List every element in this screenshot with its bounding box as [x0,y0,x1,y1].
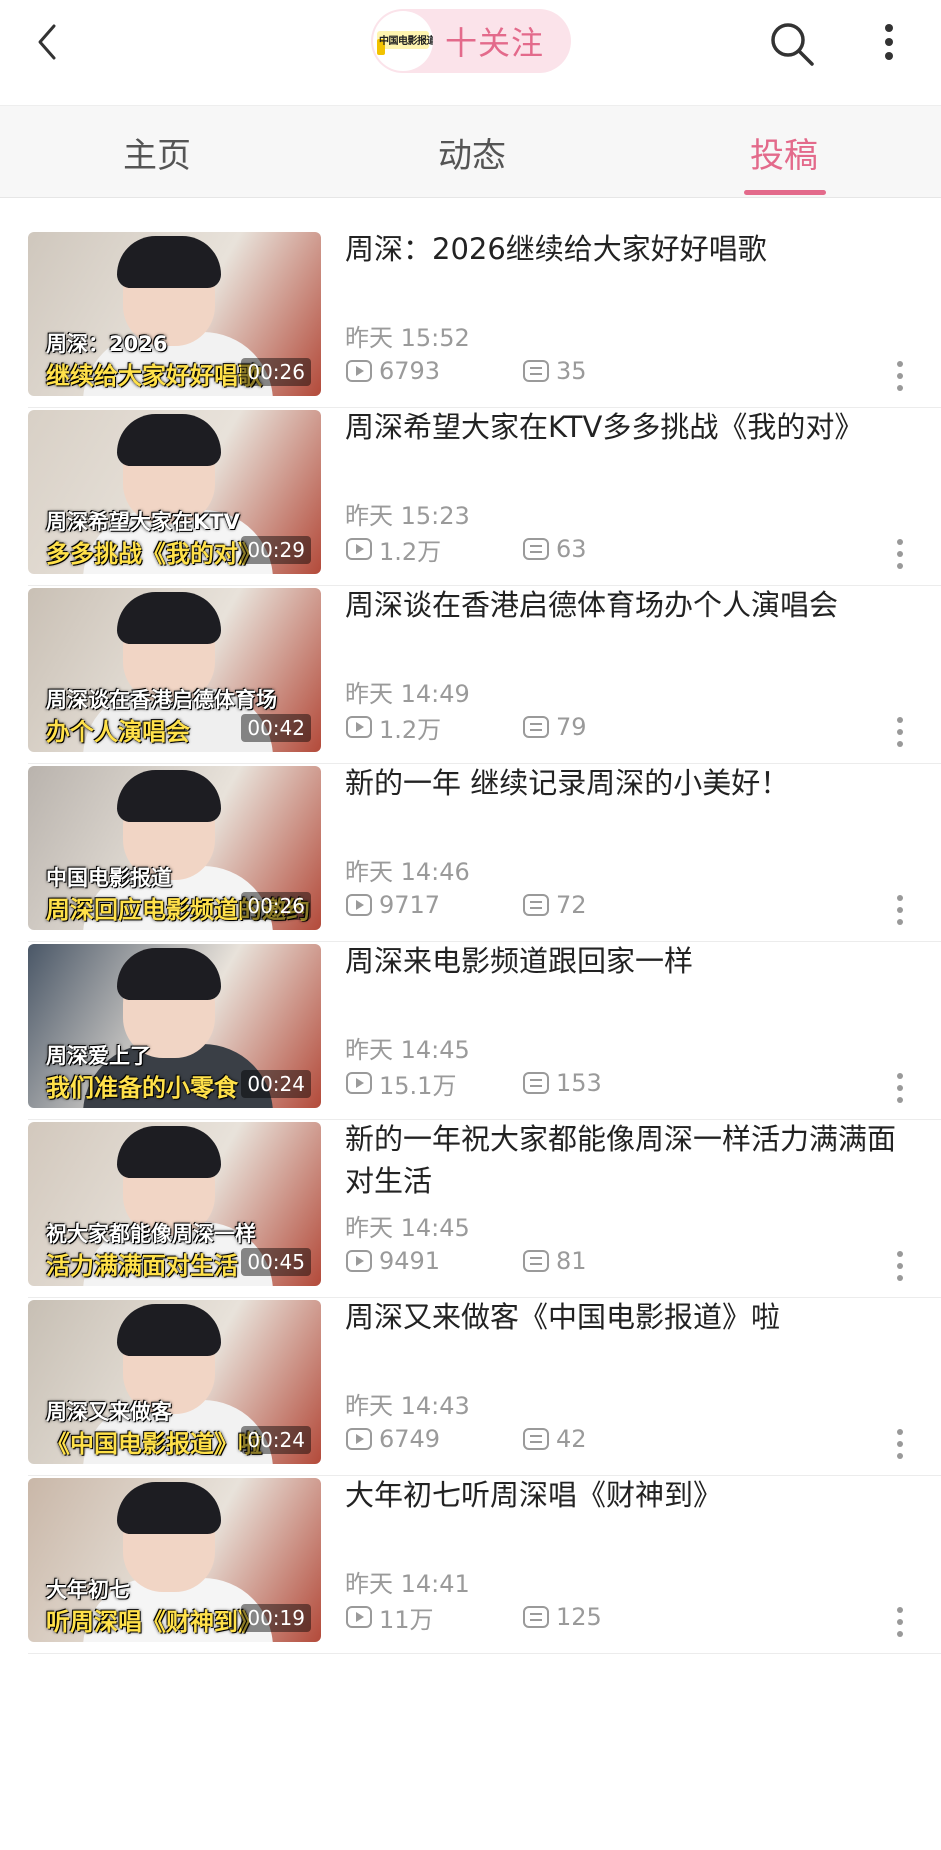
video-title[interactable]: 周深又来做客《中国电影报道》啦 [345,1296,905,1338]
thumbnail-caption-line1: 周深：2026 [46,332,168,356]
comment-count-icon [523,1606,549,1628]
follow-button[interactable]: 十关注 [445,18,544,64]
video-thumbnail[interactable]: 中国电影报道 周深回应电影频道的邀约 00:26 [28,766,321,930]
tab-bar: 主页 动态 投稿 [0,105,941,198]
channel-logo-text: 中国电影报道 [379,36,433,47]
back-arrow-icon[interactable] [30,22,70,62]
video-title[interactable]: 周深来电影频道跟回家一样 [345,940,905,982]
video-thumbnail[interactable]: 周深又来做客 《中国电影报道》啦 00:24 [28,1300,321,1464]
tab-posts[interactable]: 投稿 [684,106,884,199]
item-divider [28,1653,941,1654]
video-thumbnail[interactable]: 祝大家都能像周深一样 活力满满面对生活 00:45 [28,1122,321,1286]
video-title[interactable]: 新的一年 继续记录周深的小美好！ [345,762,905,804]
active-tab-indicator [744,190,826,195]
video-title[interactable]: 大年初七听周深唱《财神到》 [345,1474,905,1516]
thumbnail-caption-line1: 大年初七 [46,1578,130,1602]
video-thumbnail[interactable]: 周深爱上了 我们准备的小零食 00:24 [28,944,321,1108]
comment-count: 125 [522,1602,602,1632]
video-time: 昨天 14:49 [345,680,470,708]
thumbnail-caption-line1: 周深谈在香港启德体育场 [46,688,277,712]
video-time: 昨天 14:43 [345,1392,470,1420]
thumbnail-caption-line1: 周深希望大家在KTV [46,510,240,534]
video-duration: 00:19 [241,1604,311,1632]
video-thumbnail[interactable]: 周深谈在香港启德体育场 办个人演唱会 00:42 [28,588,321,752]
video-time: 昨天 14:41 [345,1570,470,1598]
video-time: 昨天 14:45 [345,1036,470,1064]
thumbnail-caption-line1: 祝大家都能像周深一样 [46,1222,256,1246]
video-item[interactable]: 大年初七 听周深唱《财神到》 00:19 大年初七听周深唱《财神到》 昨天 14… [0,1444,941,1654]
follow-pill[interactable]: 中国电影报道 十关注 [371,9,571,73]
view-count: 11万 [345,1602,434,1634]
tab-dynamic[interactable]: 动态 [372,106,572,199]
video-thumbnail[interactable]: 周深希望大家在KTV 多多挑战《我的对》 00:29 [28,410,321,574]
video-time: 昨天 15:52 [345,324,470,352]
thumbnail-caption-line2: 听周深唱《财神到》 [46,1608,262,1636]
channel-avatar[interactable]: 中国电影报道 [373,11,433,71]
video-title[interactable]: 周深：2026继续给大家好好唱歌 [345,228,905,270]
tab-home[interactable]: 主页 [57,106,257,199]
search-icon[interactable] [768,20,816,68]
thumbnail-caption-line1: 中国电影报道 [46,866,172,890]
video-title[interactable]: 新的一年祝大家都能像周深一样活力满满面对生活 [345,1118,905,1202]
video-thumbnail[interactable]: 大年初七 听周深唱《财神到》 00:19 [28,1478,321,1642]
play-count-icon [346,1606,372,1628]
video-time: 昨天 15:23 [345,502,470,530]
video-time: 昨天 14:46 [345,858,470,886]
video-thumbnail[interactable]: 周深：2026 继续给大家好好唱歌 00:26 [28,232,321,396]
thumbnail-caption-line1: 周深爱上了 [46,1044,151,1068]
video-title[interactable]: 周深谈在香港启德体育场办个人演唱会 [345,584,905,626]
video-time: 昨天 14:45 [345,1214,470,1242]
top-bar: 中国电影报道 十关注 [0,0,941,105]
thumbnail-caption-line1: 周深又来做客 [46,1400,172,1424]
video-title[interactable]: 周深希望大家在KTV多多挑战《我的对》 [345,406,905,448]
item-more-icon[interactable] [890,1604,910,1640]
more-vertical-icon[interactable] [874,18,904,66]
